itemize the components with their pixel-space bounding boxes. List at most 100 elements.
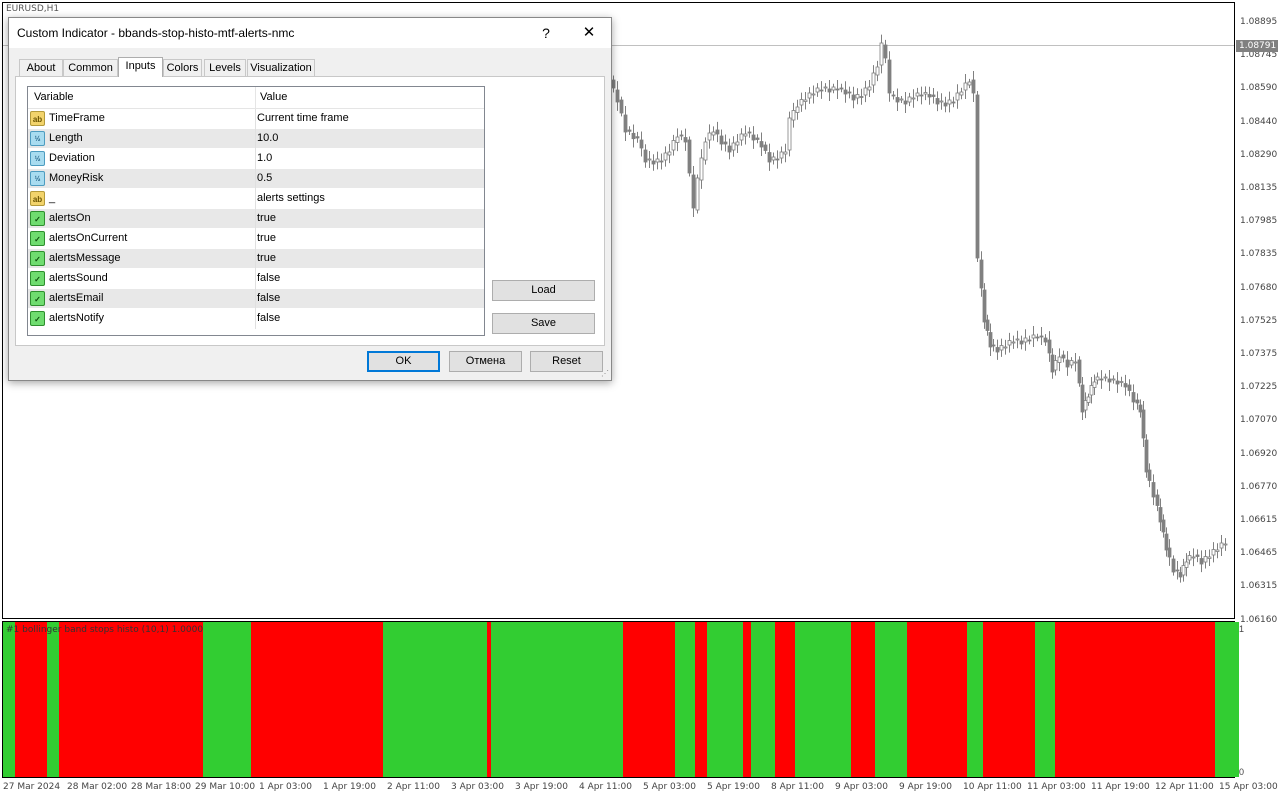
param-row-alertson[interactable]: ✓ alertsOn true (28, 209, 484, 229)
candle-body (707, 132, 712, 141)
candle-body (1187, 555, 1192, 561)
candle-body (807, 92, 812, 99)
candle-body (611, 79, 616, 89)
candle-body (1011, 341, 1016, 344)
candle-body (755, 137, 760, 140)
time-tick-label: 29 Mar 10:00 (195, 782, 256, 792)
histogram-bar-red (15, 622, 47, 777)
param-value[interactable]: 1.0 (257, 152, 272, 164)
price-tick-label: 1.08590 (1240, 83, 1278, 94)
candle-body (747, 131, 752, 134)
price-tick-label: 1.06160 (1240, 614, 1278, 625)
column-header-value[interactable]: Value (260, 91, 287, 103)
tab-levels[interactable]: Levels (204, 59, 246, 76)
param-value[interactable]: 10.0 (257, 132, 278, 144)
cancel-button[interactable]: Отмена (449, 351, 522, 372)
candle-body (935, 98, 940, 105)
candle-body (867, 86, 872, 91)
candle-body (875, 66, 880, 76)
histogram-bar-red (59, 622, 203, 777)
candle-body (815, 87, 820, 93)
candle-body (1107, 378, 1112, 383)
candle-body (715, 129, 720, 135)
param-value[interactable]: true (257, 232, 276, 244)
time-tick-label: 1 Apr 19:00 (323, 782, 376, 792)
candle-body (1127, 384, 1132, 391)
candle-body (927, 94, 932, 98)
column-header-variable[interactable]: Variable (34, 91, 74, 103)
param-value[interactable]: alerts settings (257, 192, 325, 204)
param-name: MoneyRisk (49, 172, 104, 184)
param-value[interactable]: false (257, 272, 280, 284)
candle-body (1175, 569, 1180, 572)
histogram-bar-green (383, 622, 487, 777)
time-tick-label: 3 Apr 19:00 (515, 782, 568, 792)
param-value[interactable]: false (257, 312, 280, 324)
candle-body (627, 129, 632, 132)
parameter-rows: ab TimeFrame Current time frame ½ Length 10.0… (28, 109, 484, 329)
candle-body (655, 158, 660, 163)
histogram-bar-red (851, 622, 875, 777)
param-row-length[interactable]: ½ Length 10.0 (28, 129, 484, 149)
ok-button[interactable]: OK (367, 351, 440, 372)
price-tick-label: 1.07375 (1240, 349, 1278, 359)
param-row-alertsmessage[interactable]: ✓ alertsMessage true (28, 249, 484, 269)
save-button[interactable]: Save (492, 313, 595, 334)
candle-body (899, 98, 904, 101)
candle-body (1207, 556, 1212, 559)
param-value[interactable]: Current time frame (257, 112, 349, 124)
candle-body (1069, 360, 1074, 366)
candle-body (1131, 392, 1136, 403)
param-row-alertsnotify[interactable]: ✓ alertsNotify false (28, 309, 484, 329)
histogram-bar-red (623, 622, 675, 777)
candle-body (679, 134, 684, 137)
time-tick-label: 9 Apr 19:00 (899, 782, 952, 792)
candle-body (883, 44, 888, 59)
time-tick-label: 10 Apr 11:00 (963, 782, 1022, 792)
param-row-timeframe[interactable]: ab TimeFrame Current time frame (28, 109, 484, 129)
candle-body (919, 94, 924, 97)
candle-body (819, 89, 824, 92)
candle-body (1161, 519, 1166, 533)
param-value[interactable]: true (257, 252, 276, 264)
tab-common[interactable]: Common (63, 59, 118, 76)
candle-body (799, 99, 804, 106)
param-row-alertsoncurrent[interactable]: ✓ alertsOnCurrent true (28, 229, 484, 249)
histogram-bar-green (751, 622, 775, 777)
tab-visualization[interactable]: Visualization (247, 59, 315, 76)
help-button[interactable]: ? (536, 22, 556, 44)
param-row-alertsemail[interactable]: ✓ alertsEmail false (28, 289, 484, 309)
tab-about[interactable]: About (19, 59, 63, 76)
candle-body (811, 93, 816, 96)
candle-body (1077, 359, 1082, 384)
candle-body (971, 79, 976, 94)
load-button[interactable]: Load (492, 280, 595, 301)
tab-colors[interactable]: Colors (163, 59, 202, 76)
candle-body (1167, 547, 1172, 558)
close-button[interactable]: ✕ (575, 22, 603, 44)
candle-body (1115, 380, 1120, 385)
param-row-alertssound[interactable]: ✓ alertsSound false (28, 269, 484, 289)
resize-grip-icon[interactable]: ⋰ (601, 370, 609, 378)
reset-button[interactable]: Reset (530, 351, 603, 372)
param-value[interactable]: 0.5 (257, 172, 272, 184)
bool-param-icon: ✓ (30, 251, 45, 266)
parameters-table[interactable]: Variable Value ab TimeFrame Current time f… (27, 86, 485, 336)
price-tick-label: 1.08290 (1240, 149, 1278, 160)
tab-inputs[interactable]: Inputs (118, 57, 163, 77)
candle-body (863, 87, 868, 96)
param-row-deviation[interactable]: ½ Deviation 1.0 (28, 149, 484, 169)
candle-body (911, 97, 916, 100)
dialog-titlebar[interactable]: Custom Indicator - bbands-stop-histo-mtf… (9, 18, 611, 48)
candle-body (923, 92, 928, 95)
candle-body (1080, 384, 1085, 413)
bool-param-icon: ✓ (30, 271, 45, 286)
param-row-separator[interactable]: ab _ alerts settings (28, 189, 484, 209)
param-row-moneyrisk[interactable]: ½ MoneyRisk 0.5 (28, 169, 484, 189)
candle-body (1019, 340, 1024, 345)
candle-body (1223, 543, 1228, 546)
param-value[interactable]: true (257, 212, 276, 224)
candle-body (907, 96, 912, 103)
param-name: alertsOnCurrent (49, 232, 128, 244)
param-value[interactable]: false (257, 292, 280, 304)
